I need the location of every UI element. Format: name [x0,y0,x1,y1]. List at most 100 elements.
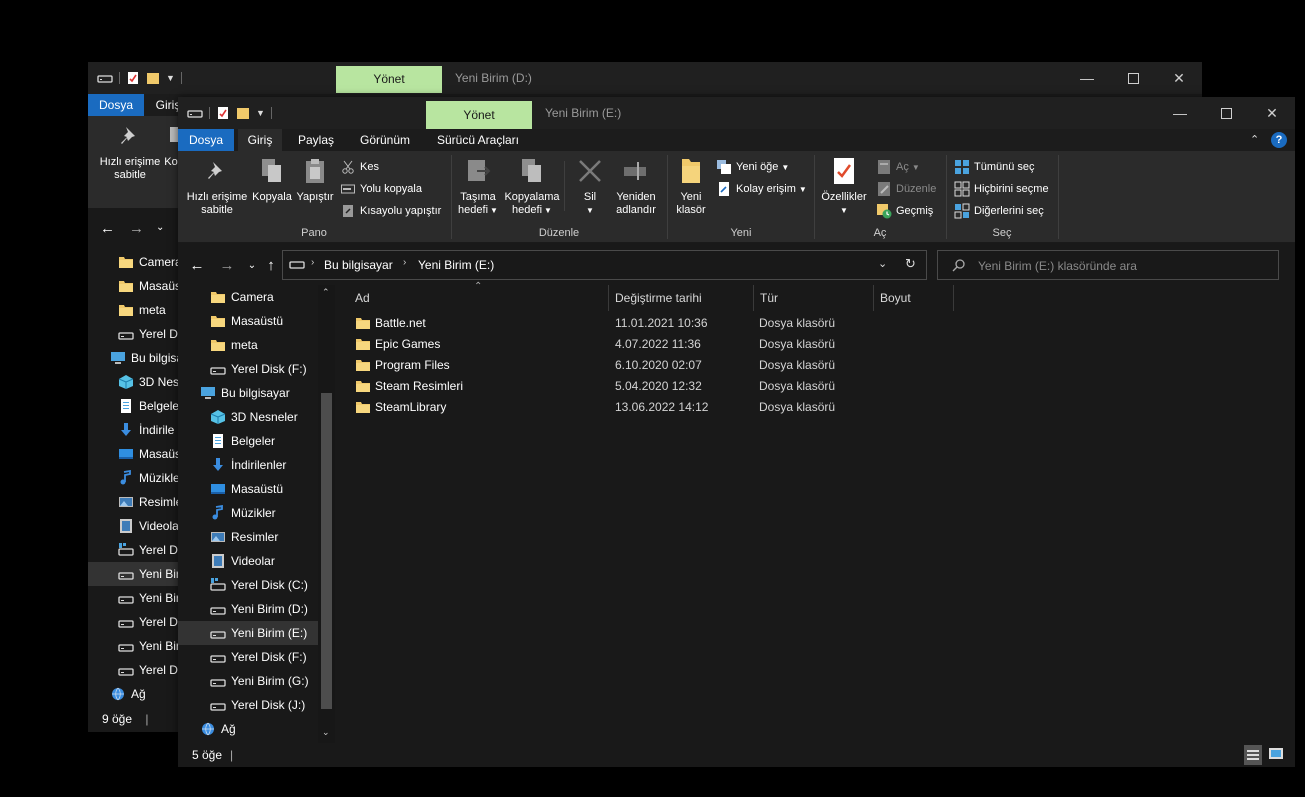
address-bar[interactable]: › Bu bilgisayar › Yeni Birim (E:) ⌄ ↻ [282,250,927,280]
scrollbar-thumb[interactable] [321,393,332,709]
open-button[interactable]: Aç ▼ [876,157,920,177]
new-folder-icon[interactable] [236,106,250,120]
pin-quick-access-button[interactable]: Hızlı erişime sabitle [182,155,252,217]
close-icon[interactable]: ✕ [1156,62,1202,94]
maximize-icon[interactable] [1110,62,1156,94]
back-nav-item[interactable]: Yerel D [88,658,188,682]
nav-item[interactable]: Masaüstü [178,309,318,333]
scroll-down-icon[interactable]: ⌄ [322,727,330,738]
explorer-window[interactable]: ▼ Yönet Yeni Birim (E:) — ✕ Dosya Giriş … [178,97,1295,767]
back-manage-tab[interactable]: Yönet [336,66,442,93]
manage-tab[interactable]: Yönet [426,101,532,129]
back-nav-item[interactable]: Resimle [88,490,188,514]
select-all-button[interactable]: Tümünü seç [954,157,1035,177]
move-to-button[interactable]: Taşıma hedefi ▼ [456,155,500,217]
large-icons-view-icon[interactable] [1268,746,1284,762]
table-row[interactable]: Battle.net 11.01.2021 10:36 Dosya klasörü [347,313,1107,334]
address-history-chevron-icon[interactable]: ⌄ [878,257,887,270]
navigation-scrollbar[interactable]: ⌃ ⌄ [318,285,335,743]
back-nav-item[interactable]: Müzikle [88,466,188,490]
rename-button[interactable]: Yeniden adlandır [610,155,662,217]
cut-button[interactable]: Kes [340,157,379,177]
nav-item[interactable]: Yeni Birim (E:) [178,621,318,645]
back-nav-item[interactable]: Masaüs [88,442,188,466]
table-row[interactable]: Program Files 6.10.2020 02:07 Dosya klasör… [347,355,1107,376]
back-nav-item[interactable]: Yeni Bir [88,562,188,586]
nav-item[interactable]: 3D Nesneler [178,405,318,429]
nav-item[interactable]: Yeni Birim (G:) [178,669,318,693]
properties-icon[interactable] [216,106,230,120]
breadcrumb-current-drive[interactable]: Yeni Birim (E:) [418,258,494,272]
new-folder-button[interactable]: Yeni klasör [672,155,710,217]
nav-item[interactable]: Yerel Disk (F:) [178,645,318,669]
back-nav-item[interactable]: Belgeler [88,394,188,418]
forward-arrow-icon[interactable]: → [129,220,144,237]
minimize-icon[interactable]: — [1064,62,1110,94]
nav-item[interactable]: Ağ [178,717,318,741]
scroll-up-icon[interactable]: ⌃ [322,287,330,298]
column-header-size[interactable]: Boyut [874,285,954,311]
nav-item[interactable]: Resimler [178,525,318,549]
nav-item[interactable]: Bu bilgisayar [178,381,318,405]
help-icon[interactable]: ? [1271,132,1287,148]
nav-item[interactable]: Belgeler [178,429,318,453]
nav-item[interactable]: Yeni Birim (D:) [178,597,318,621]
customize-toolbar-icon[interactable]: ▼ [256,108,265,118]
back-nav-item[interactable]: Ağ [88,682,188,706]
back-nav-item[interactable]: Yerel D [88,610,188,634]
back-nav-item[interactable]: Yeni Bir [88,586,188,610]
copy-path-button[interactable]: Yolu kopyala [340,179,422,199]
nav-item[interactable]: meta [178,333,318,357]
back-nav-item[interactable]: meta [88,298,188,322]
minimize-icon[interactable]: — [1157,97,1203,129]
properties-button[interactable]: Özellikler ▼ [818,155,870,217]
tab-home[interactable]: Giriş [238,129,282,151]
nav-item[interactable]: Yerel Disk (F:) [178,357,318,381]
nav-item[interactable]: Yerel Disk (J:) [178,693,318,717]
invert-selection-button[interactable]: Diğerlerini seç [954,201,1044,221]
back-arrow-icon[interactable]: ← [187,255,207,275]
new-folder-icon[interactable] [146,71,160,85]
history-button[interactable]: Geçmiş [876,201,933,221]
chevron-down-icon[interactable]: ⌄ [156,222,164,233]
paste-shortcut-button[interactable]: Kısayolu yapıştır [340,201,441,221]
new-item-button[interactable]: Yeni öğe ▼ [716,157,789,177]
breadcrumb-chevron-icon[interactable]: › [311,257,314,268]
back-arrow-icon[interactable]: ← [100,220,115,237]
back-nav-item[interactable]: Yeni Bir [88,634,188,658]
table-row[interactable]: Steam Resimleri 5.04.2020 12:32 Dosya klas… [347,376,1107,397]
up-arrow-icon[interactable]: ↑ [261,255,281,275]
easy-access-button[interactable]: Kolay erişim ▼ [716,179,807,199]
back-nav-item[interactable]: 3D Nesne [88,370,192,394]
refresh-icon[interactable]: ↻ [905,256,916,272]
nav-item[interactable]: Müzikler [178,501,318,525]
close-icon[interactable]: ✕ [1249,97,1295,129]
delete-button[interactable]: Sil ▼ [570,155,610,217]
back-nav-item[interactable]: İndirile [88,418,188,442]
nav-item[interactable]: Yerel Disk (C:) [178,573,318,597]
recent-locations-chevron-icon[interactable]: ⌄ [242,255,262,275]
tab-view[interactable]: Görünüm [350,129,420,151]
column-header-date[interactable]: Değiştirme tarihi [609,285,754,311]
copy-button[interactable]: Kopyala [250,155,294,204]
properties-icon[interactable] [126,71,140,85]
table-row[interactable]: Epic Games 4.07.2022 11:36 Dosya klasörü [347,334,1107,355]
forward-arrow-icon[interactable]: → [217,255,237,275]
back-tab-file[interactable]: Dosya [88,94,144,116]
tab-file[interactable]: Dosya [178,129,234,151]
back-title-bar[interactable]: ▼ Yönet Yeni Birim (D:) — ✕ [88,62,1202,94]
breadcrumb-this-pc[interactable]: Bu bilgisayar [324,258,393,272]
nav-item[interactable]: Videolar [178,549,318,573]
collapse-ribbon-icon[interactable]: ⌃ [1250,133,1259,146]
nav-item[interactable]: Masaüstü [178,477,318,501]
copy-to-button[interactable]: Kopyalama hedefi ▼ [502,155,562,217]
customize-toolbar-icon[interactable]: ▼ [166,73,175,83]
search-box[interactable]: Yeni Birim (E:) klasöründe ara [937,250,1279,280]
details-view-icon[interactable] [1244,745,1262,765]
nav-item[interactable]: İndirilenler [178,453,318,477]
breadcrumb-chevron-icon[interactable]: › [403,257,406,268]
back-nav-item[interactable]: Yerel D [88,538,188,562]
paste-button[interactable]: Yapıştır [294,155,336,204]
column-header-type[interactable]: Tür [754,285,874,311]
column-header-name[interactable]: Ad [349,285,609,311]
